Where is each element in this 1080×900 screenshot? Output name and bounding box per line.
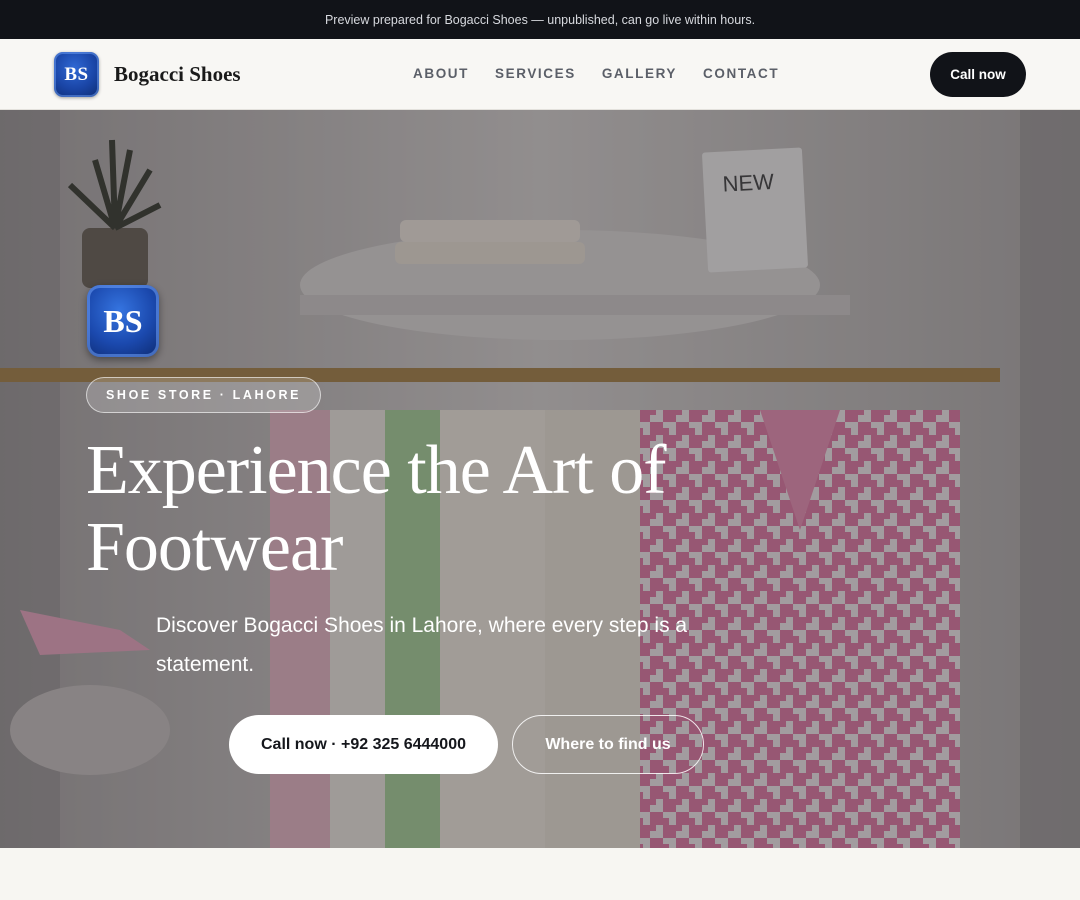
brand-name: Bogacci Shoes xyxy=(114,62,241,86)
category-badge: SHOE STORE · LAHORE xyxy=(86,377,322,413)
call-phone-button[interactable]: Call now · +92 325 6444000 xyxy=(229,715,498,774)
hero-logo: BS xyxy=(87,285,159,357)
preview-banner: Preview prepared for Bogacci Shoes — unp… xyxy=(0,0,1080,39)
hero-subtitle: Discover Bogacci Shoes in Lahore, where … xyxy=(156,614,688,676)
call-now-button[interactable]: Call now xyxy=(930,52,1026,97)
brand[interactable]: BS Bogacci Shoes xyxy=(54,52,241,97)
nav-link-about[interactable]: ABOUT xyxy=(413,66,469,81)
top-navigation: BS Bogacci Shoes ABOUT SERVICES GALLERY … xyxy=(0,39,1080,110)
hero-headline: Experience the Art of Footwear xyxy=(86,432,667,586)
nav-link-services[interactable]: SERVICES xyxy=(495,66,576,81)
brand-logo: BS xyxy=(54,52,99,97)
hero-section: NEW BS SHOE STORE · LAHORE Experience th… xyxy=(0,110,1080,848)
preview-banner-text: Preview prepared for Bogacci Shoes — unp… xyxy=(324,12,756,27)
find-us-button[interactable]: Where to find us xyxy=(512,715,704,774)
nav-link-contact[interactable]: CONTACT xyxy=(703,66,779,81)
nav-menu: ABOUT SERVICES GALLERY CONTACT xyxy=(413,66,805,81)
nav-link-gallery[interactable]: GALLERY xyxy=(602,66,677,81)
